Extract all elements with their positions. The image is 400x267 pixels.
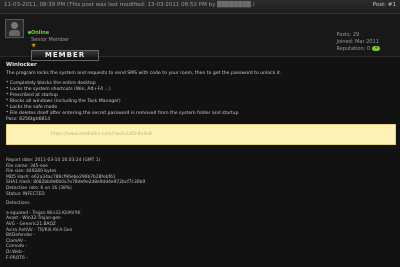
password-line: Pass: 8256tgh6814 [6, 117, 51, 122]
join-date: Joined: Mar 2011 [336, 39, 379, 45]
reputation-vote-button[interactable]: + [372, 46, 380, 51]
reputation-label: Reputation: 0 [336, 46, 371, 52]
user-stats: Posts: 29 Joined: Mar 2011 Reputation: 0… [336, 32, 380, 53]
user-rank: Senior Member [31, 37, 70, 43]
reputation: Reputation: 0 + [336, 46, 380, 53]
modified-note-suffix: .) [250, 2, 255, 8]
avatar-body-shape [9, 30, 20, 36]
avatar[interactable] [5, 19, 24, 38]
post-body: Winlocker The program locks the system a… [6, 60, 394, 123]
post-header: 11-03-2011, 08:39 PM (This post was last… [0, 0, 400, 14]
detection-item: F-PROT6 - [6, 255, 28, 261]
post-number-link[interactable]: Post: #1 [373, 2, 396, 8]
author-info: Online Senior Member ★ MEMBER Posts: 29 … [0, 14, 400, 61]
online-status: Online [31, 30, 50, 36]
post-date-text: 11-03-2011, 08:39 PM [4, 2, 66, 8]
avatar-head-shape [11, 22, 18, 29]
scan-report: Report date: 2011-03-10 16:03:24 (GMT 1)… [6, 158, 394, 261]
modified-note-prefix: (This post was last modified: 13-03-2011… [66, 2, 218, 8]
quote-link[interactable]: https://www.mediafire.com/?wotv1d5h4v4v8 [51, 132, 152, 137]
post-date: 11-03-2011, 08:39 PM (This post was last… [4, 2, 255, 8]
forum-post: 11-03-2011, 08:39 PM (This post was last… [0, 0, 400, 267]
quote-box: https://www.mediafire.com/?wotv1d5h4v4v8 [6, 124, 396, 145]
modified-by-user-link[interactable]: ▒▒▒▒▒▒▒▒ [217, 2, 251, 8]
post-count: Posts: 29 [336, 32, 360, 38]
post-title: Winlocker [6, 62, 37, 68]
rank-star-icon: ★ [31, 42, 37, 49]
